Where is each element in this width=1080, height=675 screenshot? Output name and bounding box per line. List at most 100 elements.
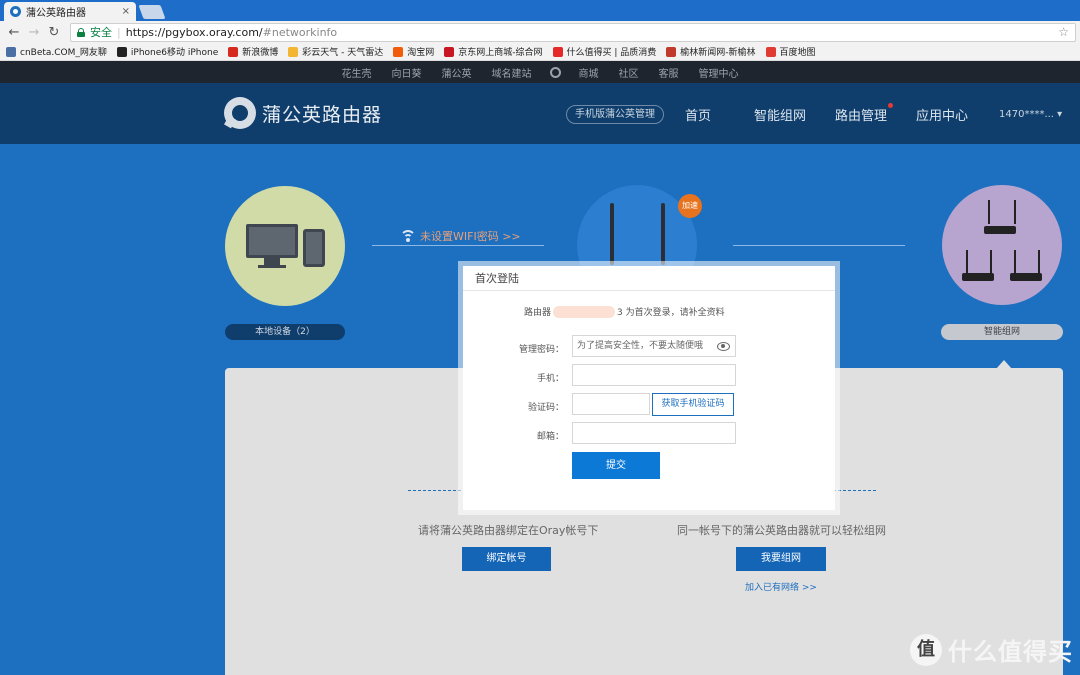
wifi-warning-text: 未设置WIFI密码 >> bbox=[420, 230, 521, 243]
bookmark-label: 什么值得买 | 品质消费 bbox=[566, 48, 657, 58]
brand[interactable]: 蒲公英路由器 bbox=[224, 97, 382, 129]
bookmark-item[interactable]: iPhone6移动 iPhone bbox=[116, 45, 219, 58]
wifi-icon bbox=[400, 230, 416, 242]
toplink-shop[interactable]: 商城 bbox=[569, 65, 609, 80]
create-network-button[interactable]: 我要组网 bbox=[736, 547, 826, 571]
toplink-pugongying[interactable]: 蒲公英 bbox=[432, 65, 482, 80]
join-network-link[interactable]: 加入已有网络 >> bbox=[745, 580, 817, 593]
nav-app-center[interactable]: 应用中心 bbox=[916, 105, 968, 124]
bookmark-item[interactable]: 什么值得买 | 品质消费 bbox=[552, 45, 657, 58]
mesh-router-antenna bbox=[1014, 250, 1016, 274]
toplink-xiangrikui[interactable]: 向日葵 bbox=[382, 65, 432, 80]
monitor-icon bbox=[246, 224, 298, 258]
password-input[interactable] bbox=[572, 335, 736, 357]
bookmark-label: 百度地图 bbox=[779, 48, 816, 58]
account-menu[interactable]: 1470****... ▾ bbox=[999, 109, 1062, 120]
show-password-eye-icon[interactable] bbox=[717, 342, 730, 351]
connector-line-left bbox=[372, 245, 544, 246]
bookmark-favicon-icon bbox=[666, 46, 677, 57]
bookmark-item[interactable]: 榆林新闻网-新榆林 bbox=[666, 45, 756, 58]
bookmark-item[interactable]: 百度地图 bbox=[765, 45, 816, 58]
dialog-intro: 路由器 3 为首次登录，请补全资料 bbox=[524, 305, 725, 318]
mesh-router-icon bbox=[962, 273, 994, 281]
bookmark-label: 榆林新闻网-新榆林 bbox=[680, 48, 756, 58]
forward-arrow-icon[interactable]: → bbox=[24, 25, 44, 40]
nav-router-manage[interactable]: 路由管理 bbox=[835, 103, 894, 124]
phone-label: 手机： bbox=[536, 374, 564, 384]
pgy-logo-icon bbox=[224, 97, 256, 129]
password-label: 管理密码： bbox=[518, 345, 564, 355]
bookmark-label: cnBeta.COM_网友聊 bbox=[20, 48, 107, 58]
local-devices-label[interactable]: 本地设备（2） bbox=[225, 324, 345, 340]
bookmark-favicon-icon bbox=[288, 46, 299, 57]
bookmark-favicon-icon bbox=[552, 46, 563, 57]
connector-line-right bbox=[733, 245, 905, 246]
toplink-admin-center[interactable]: 管理中心 bbox=[689, 65, 749, 80]
router-antenna-left bbox=[610, 203, 614, 265]
bookmarks-bar: cnBeta.COM_网友聊 iPhone6移动 iPhone 新浪微博 彩云天气 -… bbox=[0, 43, 1080, 61]
toplink-huashengke[interactable]: 花生壳 bbox=[332, 65, 382, 80]
email-input[interactable] bbox=[572, 422, 736, 444]
browser-toolbar: ← → ↻ 安全 | https://pgybox.oray.com/#netw… bbox=[0, 21, 1080, 43]
phone-input[interactable] bbox=[572, 364, 736, 386]
speed-up-badge[interactable]: 加速 bbox=[678, 194, 702, 218]
bookmark-favicon-icon bbox=[6, 46, 16, 57]
browser-tab[interactable]: 蒲公英路由器 × bbox=[4, 2, 136, 21]
bookmark-label: iPhone6移动 iPhone bbox=[130, 48, 219, 58]
bookmark-favicon-icon bbox=[444, 46, 455, 57]
bookmark-label: 新浪微博 bbox=[242, 48, 279, 58]
redacted-router-id bbox=[553, 305, 616, 318]
bookmark-favicon-icon bbox=[765, 46, 776, 57]
smzdm-logo-icon: 值 bbox=[910, 633, 942, 666]
bookmark-favicon-icon bbox=[393, 46, 404, 57]
new-tab-button[interactable] bbox=[138, 5, 166, 19]
mesh-router-icon bbox=[984, 226, 1016, 234]
bookmark-item[interactable]: cnBeta.COM_网友聊 bbox=[6, 45, 107, 58]
bookmark-item[interactable]: 彩云天气 - 天气雷达 bbox=[288, 45, 383, 58]
mobile-manage-button[interactable]: 手机版蒲公英管理 bbox=[566, 105, 664, 124]
bookmark-item[interactable]: 淘宝网 bbox=[393, 45, 434, 58]
url-separator: | bbox=[117, 25, 121, 39]
tab-close-icon[interactable]: × bbox=[122, 6, 130, 17]
site-header: 蒲公英路由器 手机版蒲公英管理 首页 智能组网 路由管理 应用中心 1470**… bbox=[0, 83, 1080, 144]
browser-tab-strip: 蒲公英路由器 × bbox=[0, 0, 1080, 21]
phone-icon bbox=[303, 229, 325, 267]
verify-code-label: 验证码： bbox=[527, 403, 564, 413]
mesh-router-antenna bbox=[966, 250, 968, 274]
bind-instruction: 请将蒲公英路由器绑定在Oray帐号下 bbox=[418, 524, 599, 537]
wifi-warning-link[interactable]: 未设置WIFI密码 >> bbox=[400, 228, 521, 244]
bookmark-favicon-icon bbox=[228, 46, 239, 57]
reload-icon[interactable]: ↻ bbox=[44, 25, 64, 40]
toplink-support[interactable]: 客服 bbox=[649, 65, 689, 80]
smart-network-label[interactable]: 智能组网 bbox=[941, 324, 1063, 340]
watermark-text: 什么值得买 bbox=[948, 638, 1073, 666]
mesh-circle[interactable] bbox=[942, 185, 1062, 305]
toplink-domain-site[interactable]: 域名建站 bbox=[482, 65, 542, 80]
site-top-links: 花生壳 向日葵 蒲公英 域名建站 商城 社区 客服 管理中心 bbox=[0, 61, 1080, 83]
oray-ring-icon bbox=[549, 66, 561, 78]
toplink-community[interactable]: 社区 bbox=[609, 65, 649, 80]
site-favicon-icon bbox=[10, 6, 21, 17]
watermark: 值 什么值得买 bbox=[910, 632, 1073, 667]
bookmark-item[interactable]: 新浪微博 bbox=[228, 45, 278, 58]
url-text: https://pgybox.oray.com/#networkinfo bbox=[125, 25, 338, 39]
router-antenna-right bbox=[661, 203, 665, 265]
bookmark-label: 京东网上商城-综合网 bbox=[458, 48, 543, 58]
bookmark-label: 淘宝网 bbox=[407, 48, 435, 58]
nav-smart-network[interactable]: 智能组网 bbox=[754, 105, 806, 124]
get-sms-code-button[interactable]: 获取手机验证码 bbox=[652, 393, 734, 416]
lock-icon bbox=[77, 27, 85, 37]
verify-code-input[interactable] bbox=[572, 393, 650, 415]
bookmark-item[interactable]: 京东网上商城-综合网 bbox=[444, 45, 543, 58]
back-arrow-icon[interactable]: ← bbox=[4, 25, 24, 40]
notification-dot bbox=[888, 103, 894, 108]
mesh-router-antenna bbox=[1038, 250, 1040, 274]
dialog-title: 首次登陆 bbox=[463, 266, 835, 291]
brand-name: 蒲公英路由器 bbox=[262, 103, 383, 126]
address-bar[interactable]: 安全 | https://pgybox.oray.com/#networkinf… bbox=[70, 22, 1076, 42]
bookmark-star-icon[interactable]: ☆ bbox=[1058, 25, 1069, 39]
bind-account-button[interactable]: 绑定帐号 bbox=[462, 547, 551, 571]
submit-button[interactable]: 提交 bbox=[572, 452, 660, 479]
nav-home[interactable]: 首页 bbox=[685, 105, 711, 124]
mesh-router-antenna bbox=[1014, 200, 1016, 224]
